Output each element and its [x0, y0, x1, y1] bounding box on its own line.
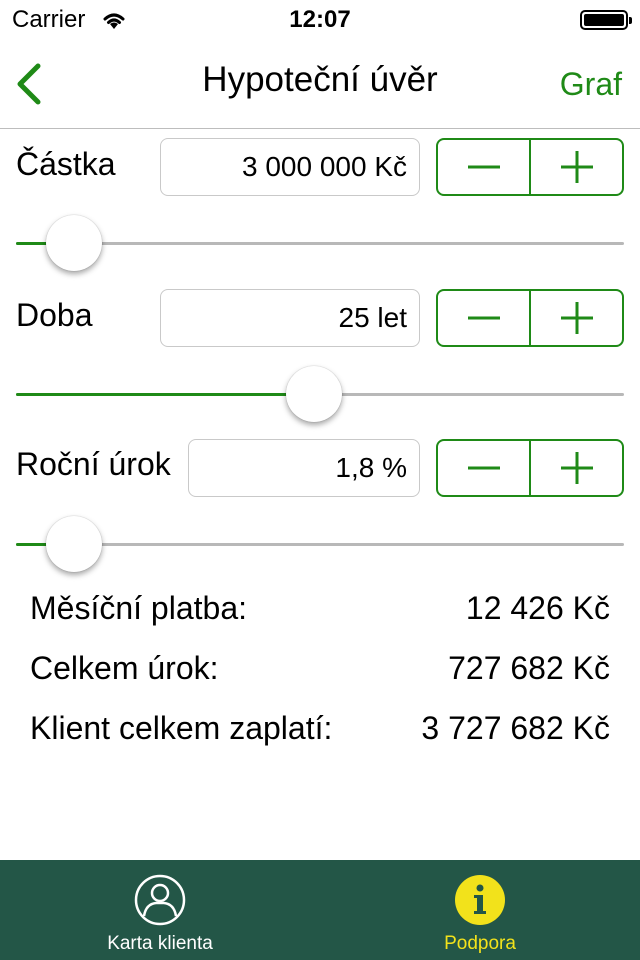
amount-label: Částka	[16, 146, 116, 182]
interest-increment-button[interactable]	[531, 441, 622, 495]
total-paid-value: 3 727 682 Kč	[421, 710, 610, 746]
monthly-payment-label: Měsíční platba:	[30, 590, 247, 626]
minus-icon	[467, 165, 500, 169]
interest-stepper	[436, 439, 624, 497]
tab-label: Podpora	[444, 933, 516, 954]
interest-label: Roční úrok	[16, 446, 171, 482]
plus-icon	[560, 151, 593, 183]
total-paid-label: Klient celkem zaplatí:	[30, 710, 333, 746]
term-decrement-button[interactable]	[438, 291, 529, 345]
amount-field[interactable]: 3 000 000 Kč	[160, 138, 420, 196]
term-field[interactable]: 25 let	[160, 289, 420, 347]
total-interest-label: Celkem úrok:	[30, 650, 219, 686]
info-icon	[455, 875, 505, 925]
page-title: Hypoteční úvěr	[202, 60, 438, 99]
term-slider[interactable]	[16, 366, 624, 422]
interest-slider[interactable]	[16, 516, 624, 572]
amount-slider-thumb[interactable]	[45, 215, 102, 271]
battery-icon	[580, 10, 632, 30]
minus-icon	[467, 316, 500, 320]
monthly-payment-value: 12 426 Kč	[465, 590, 610, 626]
interest-field[interactable]: 1,8 %	[188, 439, 420, 497]
amount-slider[interactable]	[16, 215, 624, 271]
amount-stepper	[436, 138, 624, 196]
term-slider-thumb[interactable]	[285, 366, 342, 422]
term-stepper	[436, 289, 624, 347]
tab-podpora[interactable]: Podpora	[320, 860, 640, 960]
tab-label: Karta klienta	[107, 933, 213, 954]
interest-slider-thumb[interactable]	[45, 516, 102, 572]
person-circle-icon	[134, 874, 186, 926]
total-interest-value: 727 682 Kč	[448, 650, 610, 686]
amount-increment-button[interactable]	[531, 140, 622, 194]
minus-icon	[467, 466, 500, 470]
interest-decrement-button[interactable]	[438, 441, 529, 495]
term-increment-button[interactable]	[531, 291, 622, 345]
amount-decrement-button[interactable]	[438, 140, 529, 194]
plus-icon	[560, 452, 593, 484]
graf-button[interactable]: Graf	[560, 66, 622, 103]
clock: 12:07	[289, 6, 351, 33]
navigation-bar: Hypoteční úvěr Graf	[0, 40, 640, 129]
tab-bar: Karta klienta Podpora	[0, 860, 640, 960]
term-label: Doba	[16, 297, 93, 333]
status-bar: Carrier 12:07	[0, 0, 640, 40]
plus-icon	[560, 302, 593, 334]
tab-karta-klienta[interactable]: Karta klienta	[0, 860, 320, 960]
